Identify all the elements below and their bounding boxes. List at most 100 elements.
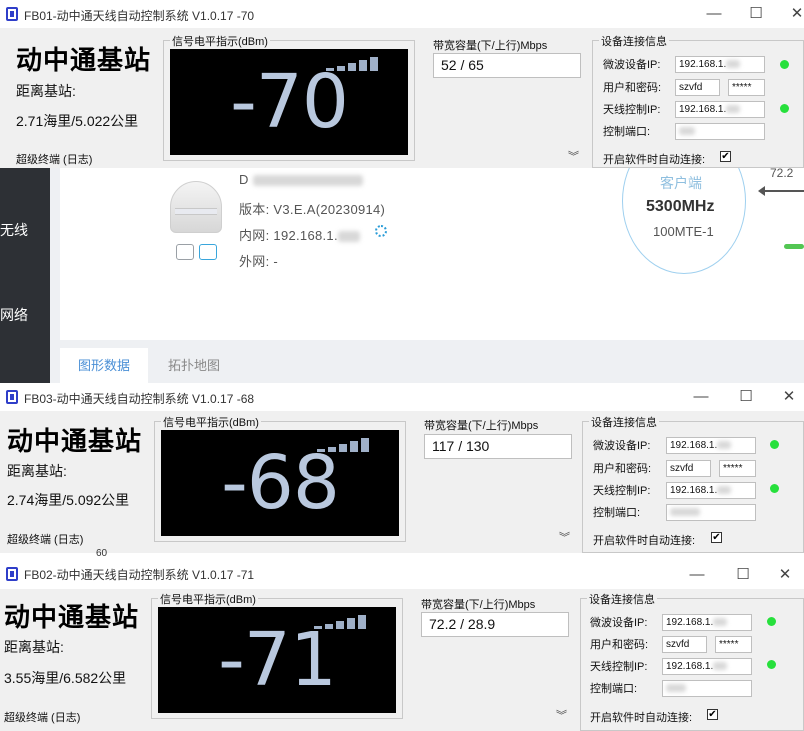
antenna-ip-input[interactable]: 192.168.1. — [666, 482, 756, 499]
gear-icon[interactable] — [375, 225, 387, 237]
bg-version: 版本: V3.E.A(20230914) — [239, 202, 386, 217]
signal-display: -71 — [158, 607, 396, 713]
antenna-ip-input[interactable]: 192.168.1. — [662, 658, 752, 675]
distance-value: 2.71海里/5.022公里 — [16, 113, 139, 129]
background-app: 无线 网络 D 版本: V3.E.A(20230914) 内网: 192.168… — [0, 128, 804, 383]
user-password-label: 用户和密码: — [590, 639, 649, 651]
frequency-value: 5300MHz — [646, 198, 715, 215]
app-icon — [6, 7, 18, 21]
antenna-ip-label: 天线控制IP: — [593, 485, 651, 497]
bandwidth-label: 带宽容量(下/上行)Mbps — [433, 40, 548, 52]
microwave-ip-label: 微波设备IP: — [603, 59, 661, 71]
signal-value: -71 — [218, 617, 337, 703]
close-button[interactable]: ✕ — [774, 385, 804, 409]
distance-value: 2.74海里/5.092公里 — [7, 492, 130, 508]
password-input[interactable]: ***** — [715, 636, 752, 653]
antenna-status-led — [770, 484, 779, 493]
auto-connect-checkbox[interactable]: ✔ — [720, 151, 731, 162]
signal-panel: 信号电平指示(dBm) -68 — [154, 414, 406, 542]
tab-graph-data[interactable]: 图形数据 — [60, 348, 149, 383]
terminal-log-link[interactable]: 超级终端 (日志) — [16, 151, 92, 167]
bandwidth-label: 带宽容量(下/上行)Mbps — [421, 599, 536, 611]
window-fb01: FB01-动中通天线自动控制系统 V1.0.17 -70 — ☐ ✕ 动中通基站… — [0, 0, 804, 168]
bg-nav-network[interactable]: 网络 — [0, 305, 50, 325]
microwave-ip-label: 微波设备IP: — [590, 617, 648, 629]
wan-port-icon — [199, 244, 217, 260]
antenna-ip-label: 天线控制IP: — [603, 104, 661, 116]
app-icon — [6, 390, 18, 404]
station-title: 动中通基站 — [16, 46, 152, 76]
username-input[interactable]: szvfd — [666, 460, 711, 477]
auto-connect-label: 开启软件时自动连接: — [593, 535, 696, 547]
microwave-ip-input[interactable]: 192.168.1. — [662, 614, 752, 631]
client-label: 客户端 — [660, 175, 702, 191]
titlebar: FB03-动中通天线自动控制系统 V1.0.17 -68 — ☐ ✕ — [0, 383, 804, 411]
maximize-button[interactable]: ☐ — [728, 563, 758, 587]
bandwidth-value: 52 / 65 — [433, 53, 581, 78]
bandwidth-value: 117 / 130 — [424, 434, 572, 459]
terminal-log-link[interactable]: 超级终端 (日志) — [7, 531, 83, 547]
close-button[interactable]: ✕ — [770, 563, 800, 587]
control-port-input[interactable] — [675, 123, 765, 140]
bg-lan: 内网: 192.168.1. — [239, 225, 360, 244]
user-password-label: 用户和密码: — [593, 463, 652, 475]
bandwidth-value: 72.2 / 28.9 — [421, 612, 569, 637]
close-button[interactable]: ✕ — [782, 2, 804, 26]
signal-label: 信号电平指示(dBm) — [158, 591, 258, 607]
minimize-button[interactable]: — — [686, 385, 716, 409]
app-icon — [6, 567, 18, 581]
expand-chevron-icon[interactable]: ︾ — [556, 707, 567, 723]
station-title: 动中通基站 — [7, 427, 143, 457]
signal-value: -70 — [230, 59, 349, 145]
maximize-button[interactable]: ☐ — [741, 2, 771, 26]
control-port-label: 控制端口: — [593, 507, 641, 519]
signal-display: -70 — [170, 49, 408, 155]
microwave-status-led — [770, 440, 779, 449]
window-fb03: FB03-动中通天线自动控制系统 V1.0.17 -68 — ☐ ✕ 动中通基站… — [0, 383, 804, 553]
microwave-ip-input[interactable]: 192.168.1. — [675, 56, 765, 73]
user-password-label: 用户和密码: — [603, 82, 662, 94]
signal-panel: 信号电平指示(dBm) -70 — [163, 33, 415, 161]
tab-topology-map[interactable]: 拓扑地图 — [150, 348, 238, 383]
password-input[interactable]: ***** — [719, 460, 756, 477]
bg-chart-strip: 60 — [0, 548, 804, 561]
lan-port-icon — [176, 244, 194, 260]
window-title: FB02-动中通天线自动控制系统 V1.0.17 -71 — [24, 568, 255, 582]
minimize-button[interactable]: — — [699, 2, 729, 26]
password-input[interactable]: ***** — [728, 79, 765, 96]
bg-device-name: D — [239, 172, 363, 187]
username-input[interactable]: szvfd — [662, 636, 707, 653]
titlebar: FB02-动中通天线自动控制系统 V1.0.17 -71 — ☐ ✕ — [0, 561, 804, 589]
signal-value: -68 — [221, 440, 340, 526]
titlebar: FB01-动中通天线自动控制系统 V1.0.17 -70 — ☐ ✕ — [0, 0, 804, 28]
expand-chevron-icon[interactable]: ︾ — [568, 148, 579, 164]
window-title: FB03-动中通天线自动控制系统 V1.0.17 -68 — [24, 392, 255, 406]
distance-label: 距离基站: — [16, 83, 76, 99]
antenna-ip-input[interactable]: 192.168.1. — [675, 101, 765, 118]
model-value: 100MTE-1 — [653, 224, 714, 239]
microwave-ip-input[interactable]: 192.168.1. — [666, 437, 756, 454]
signal-label: 信号电平指示(dBm) — [161, 414, 261, 430]
bg-tabs: 图形数据 拓扑地图 — [60, 348, 804, 383]
control-port-label: 控制端口: — [590, 683, 638, 695]
bg-sidebar: 无线 网络 — [0, 168, 50, 383]
minimize-button[interactable]: — — [682, 563, 712, 587]
auto-connect-checkbox[interactable]: ✔ — [711, 532, 722, 543]
terminal-log-link[interactable]: 超级终端 (日志) — [4, 709, 80, 725]
signal-display: -68 — [161, 430, 399, 536]
bg-nav-wireless[interactable]: 无线 — [0, 220, 50, 240]
expand-chevron-icon[interactable]: ︾ — [559, 529, 570, 545]
antenna-ip-label: 天线控制IP: — [590, 661, 648, 673]
station-title: 动中通基站 — [4, 603, 140, 633]
link-arrow-icon — [758, 186, 804, 196]
control-port-label: 控制端口: — [603, 126, 651, 138]
antenna-status-led — [767, 660, 776, 669]
maximize-button[interactable]: ☐ — [731, 385, 761, 409]
control-port-input[interactable] — [662, 680, 752, 697]
distance-label: 距离基站: — [4, 639, 64, 655]
auto-connect-checkbox[interactable]: ✔ — [707, 709, 718, 720]
window-title: FB01-动中通天线自动控制系统 V1.0.17 -70 — [24, 9, 255, 23]
microwave-ip-label: 微波设备IP: — [593, 440, 651, 452]
control-port-input[interactable] — [666, 504, 756, 521]
username-input[interactable]: szvfd — [675, 79, 720, 96]
